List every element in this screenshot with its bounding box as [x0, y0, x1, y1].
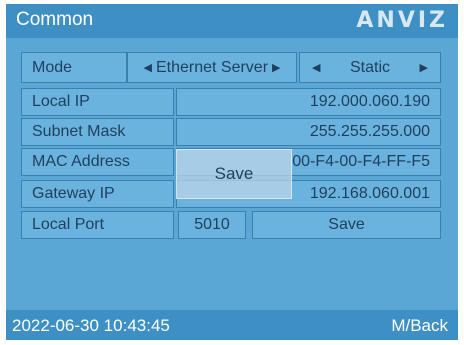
triangle-right-icon[interactable]: ▶ [272, 61, 280, 74]
mode-value: Ethernet Server [155, 58, 269, 76]
gateway-ip-value: 192.168.060.001 [309, 185, 430, 202]
save-popup[interactable]: Save [176, 149, 292, 199]
window-title: Common [16, 9, 94, 30]
subnet-mask-label: Subnet Mask [21, 118, 174, 146]
triangle-left-icon[interactable]: ◀ [312, 61, 320, 74]
gateway-ip-label-text: Gateway IP [32, 185, 115, 202]
subnet-mask-label-text: Subnet Mask [32, 123, 126, 140]
local-ip-value: 192.000.060.190 [309, 93, 430, 110]
back-button[interactable]: M/Back [391, 316, 448, 336]
anviz-logo: ANVIZ [356, 8, 448, 33]
local-ip-field[interactable]: 192.000.060.190 [176, 88, 441, 116]
mac-address-value: 00-F4-00-F4-FF-F5 [292, 153, 430, 170]
local-port-label: Local Port [21, 211, 174, 239]
save-button[interactable]: Save [252, 211, 441, 239]
local-ip-label-text: Local IP [32, 93, 90, 110]
mode-selector[interactable]: ◀ Ethernet Server ▶ [127, 52, 297, 83]
ip-mode-value: Static [349, 58, 390, 76]
save-popup-label: Save [214, 164, 254, 183]
local-port-value: 5010 [194, 216, 230, 233]
mac-address-label: MAC Address [21, 148, 174, 176]
title-bar: Common ANVIZ [6, 4, 458, 38]
subnet-mask-value: 255.255.255.000 [309, 123, 430, 140]
gateway-ip-label: Gateway IP [21, 180, 174, 208]
local-port-field[interactable]: 5010 [178, 211, 246, 239]
triangle-right-icon[interactable]: ▶ [420, 61, 428, 74]
local-ip-label: Local IP [21, 88, 174, 116]
mode-label: Mode [21, 52, 127, 83]
status-bar: 2022-06-30 10:43:45 M/Back [6, 310, 458, 340]
subnet-mask-field[interactable]: 255.255.255.000 [176, 118, 441, 146]
mac-address-label-text: MAC Address [32, 153, 130, 170]
local-port-label-text: Local Port [32, 216, 105, 233]
triangle-left-icon[interactable]: ◀ [144, 61, 152, 74]
save-button-label: Save [328, 216, 365, 233]
datetime: 2022-06-30 10:43:45 [12, 316, 170, 335]
ip-mode-selector[interactable]: ◀ Static ▶ [299, 52, 441, 83]
device-screen: Common ANVIZ Mode ◀ Ethernet Server ▶ ◀ … [6, 4, 458, 340]
mode-label-text: Mode [32, 58, 73, 76]
